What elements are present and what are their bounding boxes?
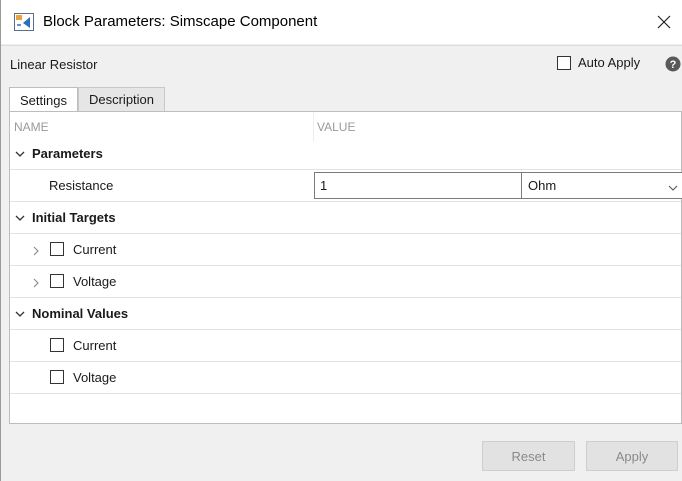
parameters-panel: NAME VALUE Parameters Resistance 1 Ohm I…: [9, 111, 682, 424]
nominal-row-current: Current: [10, 330, 681, 362]
auto-apply-label: Auto Apply: [578, 55, 641, 70]
unit-selected-value: Ohm: [528, 178, 557, 193]
initial-voltage-checkbox[interactable]: [50, 274, 64, 288]
reset-button[interactable]: Reset: [482, 441, 575, 471]
initial-target-row-current: Current: [10, 234, 681, 266]
section-initial-targets[interactable]: Initial Targets: [10, 202, 681, 234]
chevron-down-icon[interactable]: [15, 147, 25, 157]
tab-bar: Settings Description: [9, 87, 166, 112]
section-label: Parameters: [32, 146, 103, 161]
tab-settings[interactable]: Settings: [9, 87, 78, 112]
title-bar[interactable]: Block Parameters: Simscape Component: [1, 0, 682, 44]
chevron-down-icon: [668, 181, 678, 191]
parameter-row-resistance: Resistance 1 Ohm: [10, 170, 682, 202]
chevron-down-icon[interactable]: [15, 307, 25, 317]
checkbox-label: Voltage: [73, 274, 117, 289]
initial-target-row-voltage: Voltage: [10, 266, 681, 298]
auto-apply-toggle[interactable]: Auto Apply: [557, 55, 640, 70]
close-icon: [657, 15, 671, 29]
parameter-label: Resistance: [49, 178, 114, 193]
simulink-block-icon: [14, 13, 34, 31]
resistance-value-input[interactable]: 1: [314, 172, 522, 199]
section-nominal-values[interactable]: Nominal Values: [10, 298, 681, 330]
initial-current-checkbox[interactable]: [50, 242, 64, 256]
section-label: Initial Targets: [32, 210, 116, 225]
nominal-voltage-checkbox[interactable]: [50, 370, 64, 384]
nominal-current-checkbox[interactable]: [50, 338, 64, 352]
svg-text:?: ?: [670, 59, 677, 71]
block-name: Linear Resistor: [10, 57, 98, 72]
close-button[interactable]: [646, 0, 682, 44]
nominal-row-voltage: Voltage: [10, 362, 681, 394]
dialog-header: Linear Resistor Auto Apply ?: [1, 45, 682, 83]
resistance-unit-dropdown[interactable]: Ohm: [522, 172, 682, 199]
block-parameters-dialog: Block Parameters: Simscape Component Lin…: [0, 0, 682, 481]
name-column-header: NAME: [14, 120, 49, 134]
auto-apply-checkbox[interactable]: [557, 55, 571, 70]
checkbox-label: Current: [73, 338, 117, 353]
chevron-down-icon[interactable]: [15, 211, 25, 221]
help-icon[interactable]: ?: [665, 56, 681, 72]
section-parameters[interactable]: Parameters: [10, 138, 681, 170]
chevron-right-icon[interactable]: [31, 244, 41, 256]
value-column-header: VALUE: [317, 120, 356, 134]
section-label: Nominal Values: [32, 306, 129, 321]
chevron-right-icon[interactable]: [31, 276, 41, 288]
tab-description[interactable]: Description: [77, 87, 166, 111]
window-title: Block Parameters: Simscape Component: [43, 13, 318, 30]
checkbox-label: Current: [73, 242, 117, 257]
apply-button[interactable]: Apply: [586, 441, 678, 471]
checkbox-label: Voltage: [73, 370, 117, 385]
